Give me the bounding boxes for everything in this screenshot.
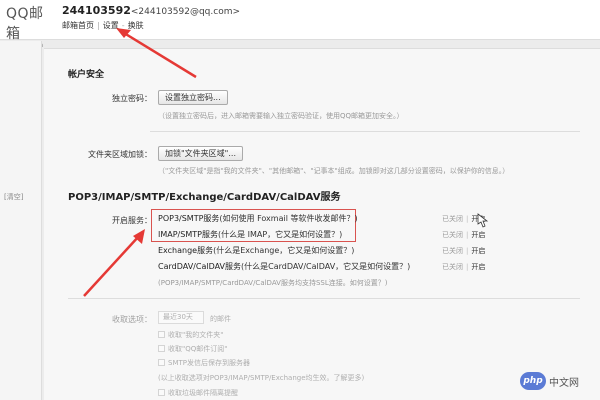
divider	[68, 298, 580, 299]
open-service-label: 开启服务：	[112, 216, 152, 225]
checkbox[interactable]	[158, 345, 165, 352]
watermark-text: 中文网	[549, 377, 579, 389]
link-settings[interactable]: 设置	[103, 21, 119, 30]
left-sidebar: [清空]	[0, 41, 42, 400]
service-exchange: Exchange服务(什么是Exchange，它又是如何设置？)	[158, 246, 355, 255]
folder-lock-hint: （"文件夹区域"是指"我的文件夹"、"其他邮箱"、"记事本"组成。加锁即对这几部…	[158, 167, 510, 175]
link-skin[interactable]: 换肤	[128, 21, 144, 30]
ssl-note[interactable]: (POP3/IMAP/SMTP/CardDAV/CalDAV服务均支持SSL连接…	[158, 278, 387, 288]
service-imap-smtp: IMAP/SMTP服务(什么是 IMAP，它又是如何设置？)	[158, 230, 343, 239]
password-label: 独立密码：	[112, 94, 152, 103]
receive-option-folder[interactable]: 收取"我的文件夹"	[158, 330, 223, 340]
account-id: 244103592	[62, 4, 131, 17]
enable-exchange-link[interactable]: 开启	[471, 247, 485, 255]
receive-range-select[interactable]: 最近30天	[158, 311, 204, 324]
checkbox[interactable]	[158, 359, 165, 366]
enable-carddav-caldav-link[interactable]: 开启	[471, 263, 485, 271]
lock-folder-button[interactable]: 加锁"文件夹区域"...	[158, 146, 243, 161]
receive-option-smtp-save[interactable]: SMTP发信后保存到服务器	[158, 358, 250, 368]
top-links: 邮箱首页 | 设置 - 换肤	[62, 21, 144, 30]
divider	[150, 131, 580, 132]
receive-option-spam[interactable]: 收取垃圾邮件隔离提醒	[158, 388, 238, 398]
status-carddav-caldav: 已关闭 | 开启	[442, 263, 486, 271]
section-title-services: POP3/IMAP/SMTP/Exchange/CardDAV/CalDAV服务	[68, 192, 341, 203]
folder-lock-label: 文件夹区域加锁：	[88, 150, 152, 159]
section-title-account-security: 帐户安全	[68, 70, 105, 80]
logo-text: QQ邮箱	[6, 6, 44, 42]
account-info: 244103592<244103592@qq.com> 邮箱首页 | 设置 - 换肤	[62, 4, 240, 31]
set-password-button[interactable]: 设置独立密码...	[158, 90, 228, 105]
receive-options-label: 收取选项：	[112, 315, 152, 324]
php-watermark: php 中文网	[520, 372, 579, 390]
checkbox[interactable]	[158, 389, 165, 396]
service-pop3-smtp: POP3/SMTP服务(如何使用 Foxmail 等软件收发邮件？)	[158, 214, 358, 223]
enable-imap-smtp-link[interactable]: 开启	[471, 231, 485, 239]
sidebar-clear-link[interactable]: [清空]	[4, 192, 23, 202]
checkbox[interactable]	[158, 331, 165, 338]
receive-options-note: (以上收取选项对POP3/IMAP/SMTP/Exchange均生效。了解更多)	[158, 374, 365, 382]
receive-range-suffix: 的邮件	[210, 315, 231, 323]
receive-option-subscription[interactable]: 收取"QQ邮件订阅"	[158, 344, 227, 354]
status-pop3-smtp: 已关闭 | 开启	[442, 215, 486, 223]
enable-pop3-smtp-link[interactable]: 开启	[471, 215, 485, 223]
top-header: QQ邮箱 mail.qq.com 244103592<244103592@qq.…	[0, 0, 600, 49]
link-mail-home[interactable]: 邮箱首页	[62, 21, 94, 30]
status-exchange: 已关闭 | 开启	[442, 247, 486, 255]
php-logo: php	[520, 372, 546, 390]
service-carddav-caldav: CardDAV/CalDAV服务(什么是CardDAV/CalDAV，它又是如何…	[158, 262, 411, 271]
account-email: <244103592@qq.com>	[130, 7, 241, 17]
password-hint: （设置独立密码后，进入邮箱需要输入独立密码验证，使用QQ邮箱更加安全。）	[158, 112, 404, 120]
status-imap-smtp: 已关闭 | 开启	[442, 231, 486, 239]
